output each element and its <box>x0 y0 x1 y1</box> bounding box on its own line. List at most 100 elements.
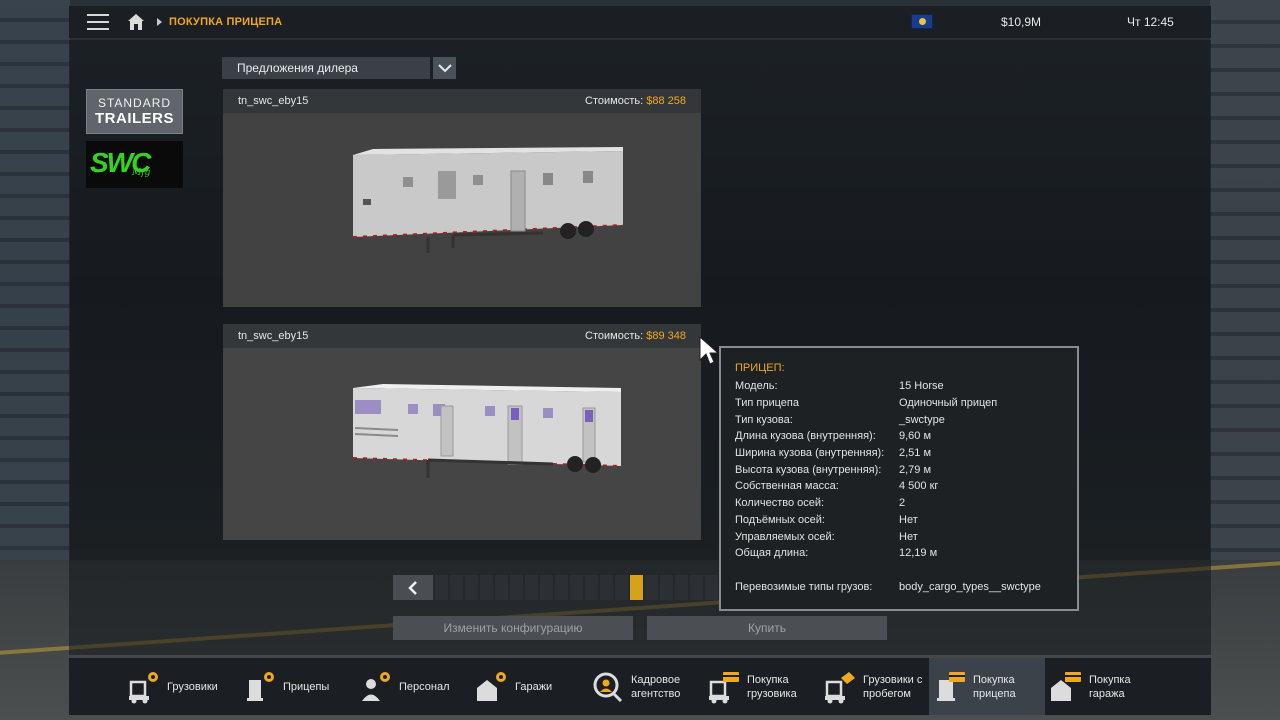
pager-page-9[interactable] <box>555 575 568 600</box>
person-gear-icon <box>359 670 393 704</box>
tooltip-row-value: Нет <box>899 513 918 526</box>
offer-card-header: tn_swc_eby15 Стоимость: $89 348 <box>223 324 701 348</box>
tooltip-row: Общая длина: 12,19 м <box>735 545 1063 562</box>
chevron-down-icon[interactable] <box>433 57 456 79</box>
offer-card-1[interactable]: tn_swc_eby15 Стоимость: $88 258 <box>223 89 701 307</box>
tooltip-row-key: Тип кузова: <box>735 413 793 426</box>
tooltip-row-value: Нет <box>899 530 918 543</box>
top-bar: ПОКУПКА ПРИЦЕПА $10,9M Чт 12:45 <box>69 6 1211 38</box>
nav-item-3[interactable]: Персонал <box>355 658 471 715</box>
pager-page-17[interactable] <box>675 575 688 600</box>
pager-page-7[interactable] <box>525 575 538 600</box>
offer-price: $89 348 <box>646 330 686 342</box>
pager-prev-button[interactable] <box>393 575 433 600</box>
region-flag-icon <box>911 14 933 29</box>
brand-swc[interactable]: SWC Mfg <box>86 141 183 188</box>
tooltip-row: Управляемых осей: Нет <box>735 528 1063 545</box>
pager-page-13[interactable] <box>615 575 628 600</box>
tooltip-row-key: Тип прицепа <box>735 397 799 410</box>
pager-page-16[interactable] <box>660 575 673 600</box>
nav-item-7[interactable]: Грузовики с пробегом <box>819 658 929 715</box>
pager-page-10[interactable] <box>570 575 583 600</box>
offers-pager <box>393 575 733 600</box>
buy-truck-icon <box>707 670 741 704</box>
pager-page-2[interactable] <box>450 575 463 600</box>
buy-trailer-icon <box>933 670 967 704</box>
chevron-left-icon <box>408 580 417 595</box>
tooltip-row-value: body_cargo_types__swctype <box>899 580 1041 593</box>
tooltip-row: Собственная масса: 4 500 кг <box>735 478 1063 495</box>
tooltip-title: ПРИЦЕП: <box>735 362 785 374</box>
tooltip-row: Ширина кузова (внутренняя): 2,51 м <box>735 445 1063 462</box>
nav-item-label: Покупка грузовика <box>747 673 797 700</box>
agency-search-icon <box>591 670 625 704</box>
tooltip-row-key: Длина кузова (внутренняя): <box>735 430 876 443</box>
tooltip-row: Длина кузова (внутренняя): 9,60 м <box>735 428 1063 445</box>
pager-page-6[interactable] <box>510 575 523 600</box>
buy-garage-icon <box>1049 670 1083 704</box>
pager-page-15[interactable] <box>645 575 658 600</box>
nav-item-label: Грузовики с пробегом <box>863 673 923 700</box>
pager-page-14[interactable] <box>630 575 643 600</box>
trailer-gear-icon <box>243 670 277 704</box>
garage-gear-icon <box>475 670 509 704</box>
tooltip-row-key: Общая длина: <box>735 547 809 560</box>
nav-item-label: Прицепы <box>283 680 330 693</box>
tooltip-row-value: 9,60 м <box>899 430 932 443</box>
nav-item-9[interactable]: Покупка гаража <box>1045 658 1161 715</box>
offer-name: tn_swc_eby15 <box>238 330 309 342</box>
pager-page-12[interactable] <box>600 575 613 600</box>
trailer-image-2 <box>352 384 622 478</box>
tooltip-row-value: 4 500 кг <box>899 480 939 493</box>
tooltip-row: Модель: 15 Horse <box>735 378 1063 395</box>
pager-page-3[interactable] <box>465 575 478 600</box>
pager-page-8[interactable] <box>540 575 553 600</box>
mouse-cursor-icon <box>699 336 719 365</box>
offer-card-header: tn_swc_eby15 Стоимость: $88 258 <box>223 89 701 113</box>
tooltip-row-key: Количество осей: <box>735 497 825 510</box>
tooltip-row: Высота кузова (внутренняя): 2,79 м <box>735 461 1063 478</box>
change-configuration-button[interactable]: Изменить конфигурацию <box>393 616 633 640</box>
home-icon[interactable] <box>127 13 145 31</box>
tooltip-row-value: 2,51 м <box>899 447 932 460</box>
tooltip-row: Тип кузова: _swctype <box>735 411 1063 428</box>
nav-item-label: Покупка гаража <box>1089 673 1131 700</box>
buy-button[interactable]: Купить <box>647 616 887 640</box>
offers-filter-select[interactable]: Предложения дилера <box>222 57 430 79</box>
tooltip-row-value: 2 <box>899 497 906 510</box>
offer-price: $88 258 <box>646 95 686 107</box>
offer-price-label: Стоимость: <box>585 330 644 342</box>
menu-icon[interactable] <box>87 14 109 30</box>
nav-item-8[interactable]: Покупка прицепа <box>929 658 1045 715</box>
nav-item-label: Покупка прицепа <box>973 673 1016 700</box>
tooltip-row-value: 12,19 м <box>899 547 938 560</box>
pager-page-18[interactable] <box>690 575 703 600</box>
nav-item-5[interactable]: Кадровое агентство <box>587 658 703 715</box>
tooltip-row-key: Высота кузова (внутренняя): <box>735 463 882 476</box>
tooltip-row-key: Управляемых осей: <box>735 530 835 543</box>
tooltip-row-value: 15 Horse <box>899 380 944 393</box>
trailer-image-1 <box>352 147 624 253</box>
money-balance: $10,9M <box>1001 15 1042 29</box>
breadcrumb-arrow-icon <box>157 18 162 26</box>
offer-name: tn_swc_eby15 <box>238 95 309 107</box>
nav-item-2[interactable]: Прицепы <box>239 658 355 715</box>
pager-page-11[interactable] <box>585 575 598 600</box>
brand-standard-line2: TRAILERS <box>95 110 174 127</box>
nav-item-1[interactable]: Грузовики <box>123 658 239 715</box>
trailer-info-tooltip: ПРИЦЕП: Модель: 15 Horse Тип прицепа Одиноч… <box>719 346 1079 611</box>
tooltip-row: Подъёмных осей: Нет <box>735 512 1063 529</box>
nav-item-4[interactable]: Гаражи <box>471 658 587 715</box>
pager-page-19[interactable] <box>705 575 718 600</box>
game-clock: Чт 12:45 <box>1127 15 1174 29</box>
tooltip-row-key: Собственная масса: <box>735 480 839 493</box>
pager-page-4[interactable] <box>480 575 493 600</box>
pager-page-1[interactable] <box>435 575 448 600</box>
offer-card-2[interactable]: tn_swc_eby15 Стоимость: $89 348 <box>223 324 701 540</box>
brand-standard-trailers[interactable]: STANDARD TRAILERS <box>86 89 183 134</box>
tooltip-row-key: Ширина кузова (внутренняя): <box>735 447 885 460</box>
pager-page-5[interactable] <box>495 575 508 600</box>
nav-item-6[interactable]: Покупка грузовика <box>703 658 819 715</box>
bottom-nav: Грузовики Прицепы Персонал Гаражи Кадровое а… <box>69 658 1211 715</box>
tooltip-row: Тип прицепа Одиночный прицеп <box>735 395 1063 412</box>
